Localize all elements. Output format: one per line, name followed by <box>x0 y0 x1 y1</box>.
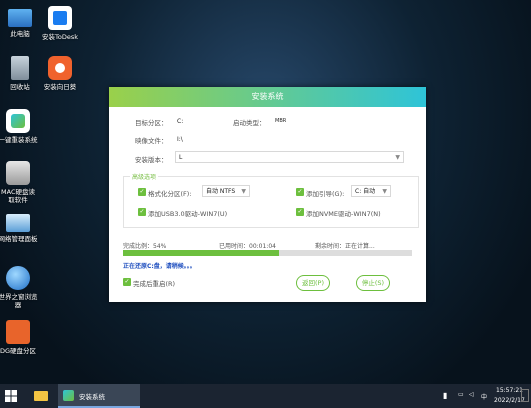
format-select-value: 自动 NTFS <box>206 188 236 195</box>
desktop-icon-network[interactable]: 网络管理面板 <box>0 214 42 243</box>
desktop-icon-label: 世界之窗浏览 <box>0 293 38 301</box>
desktop-icon-label: 安装向日葵 <box>43 83 77 91</box>
reinstall-system-icon <box>63 390 74 401</box>
recycle-bin-icon <box>11 56 29 80</box>
mac-disk-icon <box>6 161 30 185</box>
advanced-options-group: 高级选项 ✓ 格式化分区(F): 自动 NTFS ▼ ✓ 添加引导(G): C:… <box>123 172 419 228</box>
progress-fill <box>123 250 280 256</box>
boot-type-label: 启动类型： <box>233 119 266 127</box>
this-pc-icon <box>8 9 32 27</box>
boot-type-value: MBR <box>275 118 287 124</box>
format-label: 格式化分区(F): <box>148 190 192 198</box>
install-version-label: 安装版本： <box>135 156 168 164</box>
network-panel-icon <box>6 214 30 232</box>
desktop-icon-todesk[interactable]: 安装ToDesk <box>36 6 84 41</box>
taskbar: 安装系统 ▮ ▭ ◁ 中 15:57:21 2022/2/17 <box>0 384 531 408</box>
desktop-icon-label: DG硬盘分区 <box>0 347 37 355</box>
usb3-checkbox[interactable]: ✓ <box>138 208 146 216</box>
desktop-icon-mac-disk[interactable]: MAC硬盘读 取软件 <box>0 161 42 204</box>
battery-icon[interactable]: ▮ <box>443 391 447 400</box>
sunlogin-icon <box>48 56 72 80</box>
install-version-select[interactable]: L ▼ <box>175 151 404 163</box>
chevron-down-icon: ▼ <box>382 188 387 195</box>
window-title: 安装系统 <box>109 87 426 107</box>
completion-label: 完成比例：54% <box>123 243 167 250</box>
format-checkbox[interactable]: ✓ <box>138 188 146 196</box>
restart-checkbox[interactable]: ✓ <box>123 278 131 286</box>
network-icon[interactable]: ▭ <box>458 391 464 398</box>
restart-label: 完成后重启(R) <box>133 280 176 288</box>
usb3-label: 添加USB3.0驱动-WIN7(U) <box>148 210 228 218</box>
target-partition-value: C: <box>177 118 184 125</box>
desktop-icon-label: MAC硬盘读 <box>1 188 35 196</box>
back-button[interactable]: 返回(P) <box>296 275 330 291</box>
chevron-down-icon: ▼ <box>395 154 400 161</box>
add-boot-select[interactable]: C: 自动 ▼ <box>351 185 391 197</box>
add-boot-select-value: C: 自动 <box>355 188 376 195</box>
desktop-icon-sunlogin[interactable]: 安装向日葵 <box>36 56 84 91</box>
image-file-value: I:\ <box>177 136 183 143</box>
add-boot-checkbox[interactable]: ✓ <box>296 188 304 196</box>
install-version-value: L <box>179 154 183 161</box>
windows-icon <box>5 390 17 402</box>
remaining-time-label: 剩余时间：正在计算... <box>315 243 375 250</box>
folder-icon <box>34 391 48 401</box>
progress-bar <box>123 250 412 256</box>
desktop-icon-label-line2: 器 <box>14 301 22 309</box>
file-explorer-button[interactable] <box>30 384 52 408</box>
browser-icon <box>6 266 30 290</box>
target-partition-label: 目标分区： <box>135 119 168 127</box>
add-boot-label: 添加引导(G): <box>306 190 345 198</box>
desktop-icon-label-line2: 取软件 <box>8 196 28 204</box>
start-button[interactable] <box>0 384 22 408</box>
desktop-icon-browser[interactable]: 世界之窗浏览 器 <box>0 266 42 309</box>
reinstall-system-icon <box>6 109 30 133</box>
desktop-icon-reinstall[interactable]: 一键重装系统 <box>0 109 42 144</box>
taskbar-task-install[interactable]: 安装系统 <box>58 384 140 408</box>
install-window: 安装系统 目标分区： C: 启动类型： MBR 映像文件： I:\ 安装版本： … <box>109 87 426 302</box>
status-text: 正在还原C:盘，请稍候。。。 <box>123 263 196 270</box>
volume-icon[interactable]: ◁ <box>469 391 474 398</box>
chevron-down-icon: ▼ <box>241 188 246 195</box>
ime-indicator[interactable]: 中 <box>481 392 487 401</box>
notification-icon[interactable] <box>521 389 529 402</box>
desktop-icon-dg-partition[interactable]: DG硬盘分区 <box>0 320 42 355</box>
nvme-checkbox[interactable]: ✓ <box>296 208 304 216</box>
dg-partition-icon <box>6 320 30 344</box>
taskbar-task-label: 安装系统 <box>79 393 105 401</box>
stop-button[interactable]: 停止(S) <box>356 275 390 291</box>
desktop-icon-label: 安装ToDesk <box>42 33 78 41</box>
image-file-label: 映像文件： <box>135 137 168 145</box>
advanced-options-title: 高级选项 <box>130 172 159 181</box>
desktop-icon-label: 网络管理面板 <box>0 235 38 243</box>
elapsed-time-label: 已用时间：00:01:04 <box>219 243 276 250</box>
desktop-icon-label: 一键重装系统 <box>0 136 38 144</box>
format-select[interactable]: 自动 NTFS ▼ <box>202 185 250 197</box>
nvme-label: 添加NVME驱动-WIN7(N) <box>306 210 381 218</box>
todesk-icon <box>48 6 72 30</box>
clock-time[interactable]: 15:57:21 <box>496 387 523 394</box>
